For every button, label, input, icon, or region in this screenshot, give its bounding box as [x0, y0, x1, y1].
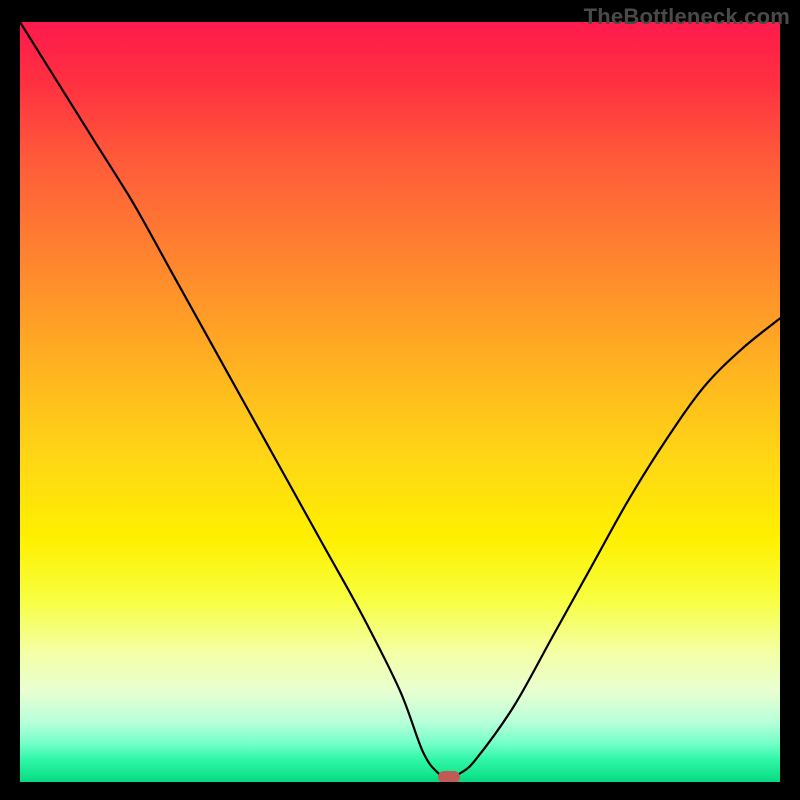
curve-layer — [20, 22, 780, 782]
chart-frame: TheBottleneck.com — [0, 0, 800, 800]
optimum-marker — [438, 771, 460, 782]
watermark-text: TheBottleneck.com — [584, 4, 790, 30]
bottleneck-curve — [20, 22, 780, 777]
plot-area — [20, 22, 780, 782]
